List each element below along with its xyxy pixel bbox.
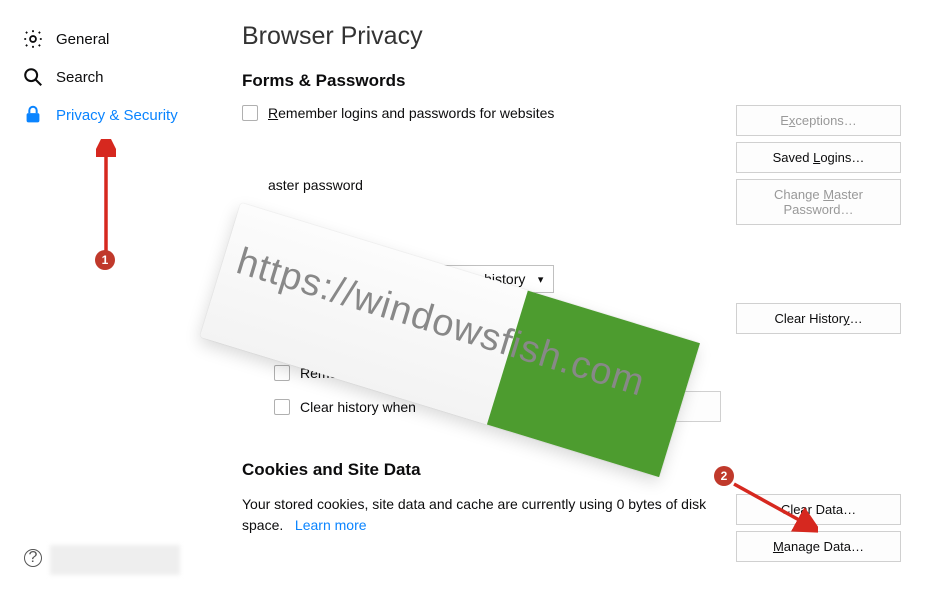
gear-icon	[20, 28, 46, 50]
master-password-label: aster password	[268, 177, 363, 193]
cookies-description: Your stored cookies, site data and cache…	[242, 494, 736, 536]
checkbox-remember-logins[interactable]	[242, 105, 258, 121]
sidebar-item-label: Privacy & Security	[56, 107, 178, 124]
lock-icon	[20, 104, 46, 126]
section-heading: Forms & Passwords	[242, 71, 928, 91]
search-icon	[20, 66, 46, 88]
annotation-badge-1: 1	[95, 250, 115, 270]
opt-clear-label: Clear history when	[300, 399, 416, 415]
exceptions-button[interactable]: Exceptions…	[736, 105, 901, 136]
remember-logins-label: Remember logins and passwords for websit…	[268, 105, 554, 121]
clear-data-button[interactable]: Clear Data…	[736, 494, 901, 525]
sidebar-item-privacy[interactable]: Privacy & Security	[20, 96, 218, 134]
sidebar-item-label: Search	[56, 69, 104, 86]
forms-passwords-section: Forms & Passwords Remember logins and pa…	[242, 71, 928, 225]
opt-re-label: Re	[300, 339, 318, 355]
history-opt-remember-row[interactable]: Remember	[274, 365, 736, 381]
annotation-badge-2: 2	[714, 466, 734, 486]
master-password-row[interactable]: aster password	[242, 177, 736, 193]
change-master-password-button[interactable]: Change Master Password…	[736, 179, 901, 225]
sidebar-item-label: General	[56, 31, 109, 48]
checkbox-history-opt[interactable]	[242, 313, 258, 329]
history-settings-button[interactable]: Settings…	[581, 391, 721, 422]
main-content: Browser Privacy Forms & Passwords Rememb…	[218, 0, 928, 597]
saved-logins-button[interactable]: Saved Logins…	[736, 142, 901, 173]
sidebar-item-search[interactable]: Search	[20, 58, 218, 96]
checkbox-re[interactable]	[274, 339, 290, 355]
history-opt-clear-row[interactable]: Clear history when Settings…	[274, 391, 736, 422]
section-heading: Cookies and Site Data	[242, 460, 928, 480]
learn-more-link[interactable]: Learn more	[295, 517, 367, 533]
history-mode-dropdown[interactable]: s for history	[442, 265, 554, 293]
checkbox-clear[interactable]	[274, 399, 290, 415]
help-icon[interactable]: ?	[24, 549, 42, 567]
history-opt-re-row[interactable]: Re	[274, 339, 736, 355]
page-title: Browser Privacy	[242, 22, 928, 51]
history-section: s for history Re Remember	[242, 265, 928, 432]
sidebar: General Search Privacy & Security	[0, 0, 218, 597]
clear-history-button[interactable]: Clear History…	[736, 303, 901, 334]
help-blur	[50, 545, 180, 575]
remember-logins-row[interactable]: Remember logins and passwords for websit…	[242, 105, 736, 121]
checkbox-remember[interactable]	[274, 365, 290, 381]
history-opt-checked-row[interactable]	[242, 313, 736, 329]
sidebar-item-general[interactable]: General	[20, 20, 218, 58]
manage-data-button[interactable]: Manage Data…	[736, 531, 901, 562]
cookies-section: Cookies and Site Data Your stored cookie…	[242, 460, 928, 562]
opt-remember-label: Remember	[300, 365, 369, 381]
